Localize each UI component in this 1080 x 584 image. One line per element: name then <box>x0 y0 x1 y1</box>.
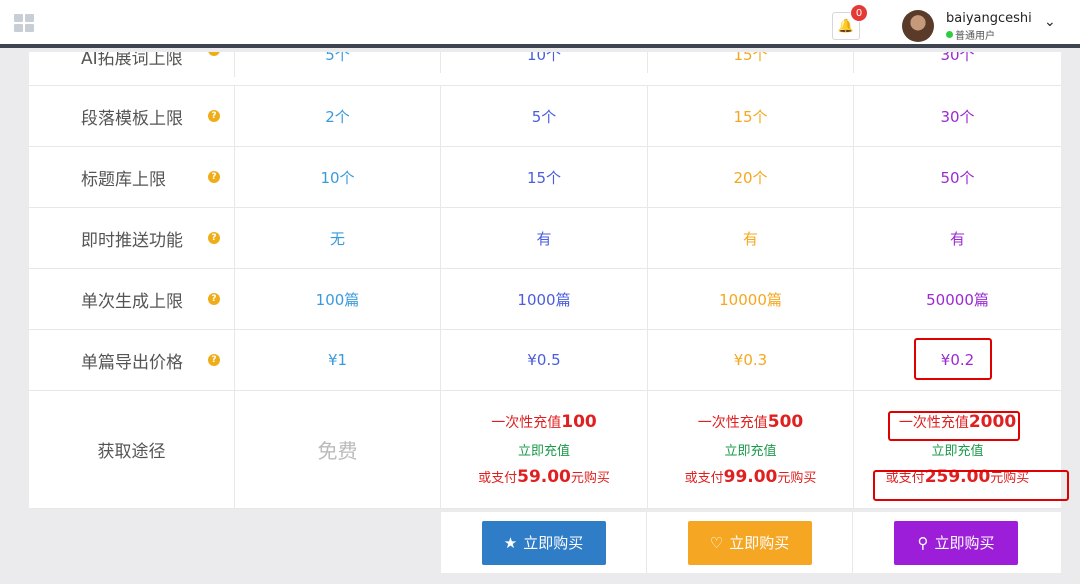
notification-badge: 0 <box>850 4 868 22</box>
bulb-icon: ⚲ <box>917 533 929 552</box>
table-cell: 10个 <box>235 147 441 207</box>
row-label: AI拓展词上限 <box>81 52 183 69</box>
table-row: 即时推送功能? 无 有 有 有 <box>29 208 1061 269</box>
user-role: 普通用户 <box>946 27 995 42</box>
star-icon: ★ <box>503 533 518 552</box>
buy-button[interactable]: ♡ 立即购买 <box>687 520 812 565</box>
table-cell: 20个 <box>648 147 854 207</box>
recharge-link[interactable]: 立即充值 <box>931 440 983 459</box>
help-icon[interactable]: ? <box>208 110 220 122</box>
table-cell: 10个 <box>526 52 562 64</box>
user-name[interactable]: baiyangceshi <box>946 11 1032 26</box>
apps-grid-icon[interactable] <box>14 14 34 32</box>
row-label: 单次生成上限 <box>81 291 183 312</box>
table-cell: 5个 <box>325 52 350 64</box>
table-cell: 有 <box>441 208 648 268</box>
avatar[interactable] <box>902 10 934 42</box>
acquire-row: 获取途径 免费 一次性充值100 立即充值 或支付59.00元购买 一次性充值5… <box>29 391 1061 509</box>
row-label: 段落模板上限 <box>81 108 183 129</box>
help-icon[interactable]: ? <box>208 171 220 183</box>
table-row: 单次生成上限? 100篇 1000篇 10000篇 50000篇 <box>29 269 1061 330</box>
chevron-down-icon[interactable]: ⌄ <box>1044 14 1056 30</box>
online-status-icon <box>946 31 953 38</box>
table-cell: 无 <box>235 208 441 268</box>
table-cell: ¥1 <box>235 330 441 390</box>
recharge-link[interactable]: 立即充值 <box>724 440 776 459</box>
acquire-plan-cell: 一次性充值500 立即充值 或支付99.00元购买 <box>648 391 854 508</box>
buy-button[interactable]: ★ 立即购买 <box>481 520 606 565</box>
top-bar: 🔔 0 baiyangceshi 普通用户 ⌄ <box>0 0 1080 48</box>
row-label: 单篇导出价格 <box>81 352 183 373</box>
acquire-plan-cell: 一次性充值100 立即充值 或支付59.00元购买 <box>441 391 648 508</box>
membership-comparison-table: AI拓展词上限? 5个 10个 15个 30个 段落模板上限? 2个 5个 15… <box>29 52 1061 509</box>
buy-button-row: ★ 立即购买 ♡ 立即购买 ⚲ 立即购买 <box>441 512 1061 573</box>
recharge-link[interactable]: 立即充值 <box>518 440 570 459</box>
help-icon[interactable]: ? <box>208 354 220 366</box>
table-cell: 50个 <box>940 168 975 187</box>
table-cell: 有 <box>949 229 965 248</box>
table-cell: 1000篇 <box>441 269 648 329</box>
help-icon[interactable]: ? <box>208 232 220 244</box>
table-cell: 15个 <box>733 52 768 64</box>
table-cell: 15个 <box>441 147 648 207</box>
row-label: 获取途径 <box>29 391 235 508</box>
table-cell: 有 <box>648 208 854 268</box>
table-cell: 15个 <box>648 86 854 146</box>
table-row: 单篇导出价格? ¥1 ¥0.5 ¥0.3 ¥0.2 <box>29 330 1061 391</box>
table-cell: 100篇 <box>235 269 441 329</box>
acquire-plan-cell: 一次性充值2000 立即充值 或支付259.00元购买 <box>885 412 1030 487</box>
free-label: 免费 <box>235 391 441 508</box>
table-cell: 5个 <box>441 86 648 146</box>
row-label: 标题库上限 <box>81 169 166 190</box>
row-label: 即时推送功能 <box>81 230 183 251</box>
table-cell: ¥0.3 <box>648 330 854 390</box>
table-cell: 30个 <box>940 107 975 126</box>
table-row: AI拓展词上限? 5个 10个 15个 30个 <box>29 52 1061 86</box>
table-cell: ¥0.2 <box>940 351 975 369</box>
help-icon[interactable]: ? <box>208 52 220 56</box>
table-cell: 10000篇 <box>648 269 854 329</box>
table-cell: 50000篇 <box>926 290 989 309</box>
heart-icon: ♡ <box>709 533 724 552</box>
buy-button[interactable]: ⚲ 立即购买 <box>894 520 1018 565</box>
table-cell: ¥0.5 <box>441 330 648 390</box>
table-row: 段落模板上限? 2个 5个 15个 30个 <box>29 86 1061 147</box>
table-cell: 30个 <box>940 52 975 64</box>
help-icon[interactable]: ? <box>208 293 220 305</box>
table-row: 标题库上限? 10个 15个 20个 50个 <box>29 147 1061 208</box>
table-cell: 2个 <box>235 86 441 146</box>
